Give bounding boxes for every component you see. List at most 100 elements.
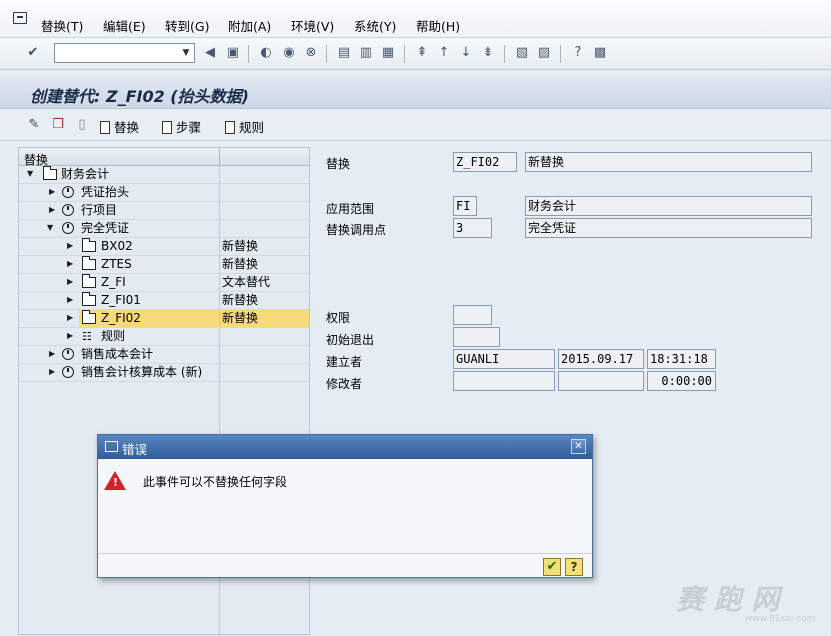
created-date-field: 2015.09.17: [558, 349, 644, 369]
document-icon: [100, 121, 110, 134]
tree-node-fi[interactable]: ▼ 财务会计: [19, 166, 309, 184]
expand-arrow-icon[interactable]: ▶: [49, 187, 55, 196]
command-field[interactable]: ▼: [54, 43, 195, 63]
expand-arrow-icon[interactable]: ▶: [67, 241, 73, 250]
layout-icon[interactable]: ▩: [592, 45, 608, 61]
dialog-title-bar[interactable]: 错误 ✕: [98, 435, 592, 459]
shortcut-icon[interactable]: ▨: [536, 45, 552, 61]
find-next-icon[interactable]: ▦: [380, 45, 396, 61]
clock-icon: [62, 348, 74, 360]
substitution-desc-field[interactable]: 新替换: [525, 152, 812, 172]
expand-arrow-icon[interactable]: ▶: [49, 349, 55, 358]
initial-exit-field[interactable]: [453, 327, 500, 347]
menu-goto[interactable]: 转到(G): [165, 16, 209, 35]
tree-node-cost-of-sales-new[interactable]: ▶ 销售会计核算成本 (新): [19, 364, 309, 382]
exit-icon[interactable]: ◉: [281, 45, 297, 61]
print-icon[interactable]: ▤: [336, 45, 352, 61]
expand-arrow-icon[interactable]: ▶: [67, 277, 73, 286]
menu-environment[interactable]: 环境(V): [291, 16, 334, 35]
menu-icon[interactable]: [13, 12, 27, 24]
application-toolbar: ✎ ❐ ▯ 替换 步骤 规则: [0, 109, 831, 141]
clock-icon: [62, 366, 74, 378]
dialog-title: 错误: [122, 442, 148, 457]
confirm-button[interactable]: ✔: [543, 558, 561, 576]
tree-node-complete-doc[interactable]: ▼ 完全凭证: [19, 220, 309, 238]
changed-by-field: [453, 371, 555, 391]
menu-system[interactable]: 系统(Y): [354, 16, 396, 35]
expand-arrow-icon[interactable]: ▶: [67, 259, 73, 268]
separator: [504, 45, 505, 63]
tree-node-doc-header[interactable]: ▶ 凭证抬头: [19, 184, 309, 202]
expand-arrow-icon[interactable]: ▶: [49, 367, 55, 376]
tree-node-rule[interactable]: ▶ ☷ 规则: [19, 328, 309, 346]
menu-replace[interactable]: 替换(T): [41, 16, 83, 35]
step-button[interactable]: 步骤: [162, 117, 201, 136]
changed-date-field: [558, 371, 644, 391]
find-icon[interactable]: ▥: [358, 45, 374, 61]
separator: [560, 45, 561, 63]
help-icon[interactable]: ?: [570, 45, 586, 61]
changed-by-label: 修改者: [326, 377, 363, 391]
prev-page-icon[interactable]: ↑: [436, 45, 452, 61]
watermark: 赛 跑 网: [676, 583, 780, 616]
display-change-icon[interactable]: ✎: [26, 117, 42, 133]
authorization-label: 权限: [326, 311, 351, 325]
error-dialog: 错误 ✕ ! 此事件可以不替换任何字段 ✔ ?: [97, 434, 593, 578]
delete-icon[interactable]: ▯: [74, 117, 90, 133]
collapse-arrow-icon[interactable]: ▼: [47, 223, 53, 232]
expand-arrow-icon[interactable]: ▶: [49, 205, 55, 214]
tree-header: 替换: [19, 148, 309, 167]
back-icon[interactable]: ◐: [258, 45, 274, 61]
rule-icon: ☷: [82, 330, 92, 343]
created-by-label: 建立者: [326, 355, 363, 369]
call-point-field: 3: [453, 218, 492, 238]
menu-extras[interactable]: 附加(A): [228, 16, 271, 35]
created-time-field: 18:31:18: [647, 349, 716, 369]
folder-icon: [43, 166, 57, 180]
expand-arrow-icon[interactable]: ▶: [67, 331, 73, 340]
authorization-field[interactable]: [453, 305, 492, 325]
enter-icon[interactable]: ✔: [25, 45, 41, 61]
save-icon[interactable]: ▣: [225, 45, 241, 61]
new-session-icon[interactable]: ▧: [514, 45, 530, 61]
help-button[interactable]: ?: [565, 558, 583, 576]
expand-arrow-icon[interactable]: ▶: [67, 295, 73, 304]
tree-node-bx02[interactable]: ▶ BX02 新替换: [19, 238, 309, 256]
screen-title-bar: 创建替代: Z_FI02 (抬头数据): [0, 77, 831, 109]
next-page-icon[interactable]: ↓: [458, 45, 474, 61]
initial-exit-label: 初始退出: [326, 333, 375, 347]
tree-node-line-item[interactable]: ▶ 行项目: [19, 202, 309, 220]
call-point-desc-field: 完全凭证: [525, 218, 812, 238]
call-point-label: 替换调用点: [326, 223, 387, 237]
copy-icon[interactable]: ❐: [50, 117, 66, 133]
replace-button[interactable]: 替换: [100, 117, 139, 136]
menu-edit[interactable]: 编辑(E): [103, 16, 146, 35]
tree-node-z-fi02[interactable]: ▶ Z_FI02 新替换: [19, 310, 309, 328]
close-icon[interactable]: ✕: [571, 439, 586, 454]
menu-help[interactable]: 帮助(H): [416, 16, 460, 35]
tree-node-cost-of-sales[interactable]: ▶ 销售成本会计: [19, 346, 309, 364]
first-page-icon[interactable]: ⇞: [414, 45, 430, 61]
cancel-icon[interactable]: ⊗: [303, 45, 319, 61]
folder-icon: [82, 256, 96, 270]
watermark-url: www.91sai.com: [745, 614, 816, 624]
substitution-field[interactable]: Z_FI02: [453, 152, 517, 172]
chevron-down-icon[interactable]: ▼: [178, 44, 194, 62]
created-by-field: GUANLI: [453, 349, 555, 369]
document-icon: [225, 121, 235, 134]
dialog-message: 此事件可以不替换任何字段: [143, 475, 288, 489]
last-page-icon[interactable]: ⇟: [480, 45, 496, 61]
expand-arrow-icon[interactable]: ▶: [67, 313, 73, 322]
clock-icon: [62, 204, 74, 216]
rule-button[interactable]: 规则: [225, 117, 264, 136]
window-icon: [105, 441, 118, 452]
tree-node-z-fi01[interactable]: ▶ Z_FI01 新替换: [19, 292, 309, 310]
column-divider[interactable]: [219, 148, 220, 166]
dialog-footer: ✔ ?: [98, 553, 592, 577]
collapse-arrow-icon[interactable]: ▼: [27, 169, 33, 178]
back-arrow-icon[interactable]: ◀: [202, 45, 218, 61]
tree-node-z-fi[interactable]: ▶ Z_FI 文本替代: [19, 274, 309, 292]
changed-time-field: 0:00:00: [647, 371, 716, 391]
app-area-label: 应用范围: [326, 202, 375, 216]
tree-node-ztes[interactable]: ▶ ZTES 新替换: [19, 256, 309, 274]
